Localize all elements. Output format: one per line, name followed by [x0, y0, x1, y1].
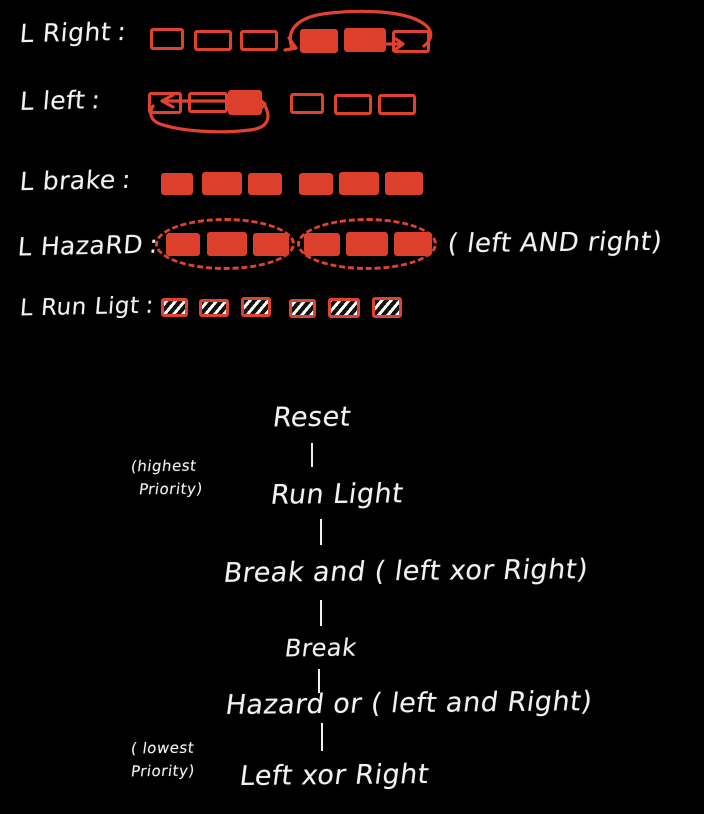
lamp-brake-5[interactable] — [339, 172, 379, 195]
tree-l3-right: Right) — [492, 554, 590, 587]
tree-level-brake-text: Break — [283, 633, 359, 663]
lamp-runlight-1[interactable] — [161, 298, 188, 317]
tree-l3-break: Break — [221, 556, 316, 589]
hazard-note: ( left AND right) — [445, 226, 665, 260]
highest-priority-note: (highest Priority) — [129, 455, 204, 500]
tree-l6-left: Left — [237, 760, 304, 792]
tree-l3-and: and — [311, 556, 368, 588]
row-label-brake-colon: : — [120, 164, 133, 195]
tree-l5-and: and — [444, 687, 501, 719]
tree-level-reset: Reset — [270, 401, 354, 434]
lamp-brake-4[interactable] — [299, 173, 333, 195]
row-label-hazard-text: L HazaRD — [16, 229, 145, 262]
tree-l6-right: Right — [344, 759, 432, 791]
lowest-priority-note-line1: ( lowest — [129, 738, 196, 758]
lamp-runlight-2[interactable] — [199, 299, 229, 317]
tree-l5-right: Right) — [496, 686, 595, 719]
row-label-brake-text: L brake — [18, 165, 118, 197]
tree-connector-5 — [321, 723, 323, 751]
lamp-hazard-6[interactable] — [394, 232, 432, 256]
row-label-right: L Right: — [18, 16, 128, 49]
tree-level-run-light: Run Light — [268, 478, 406, 511]
row-label-runlight-text: L Run Ligt — [18, 292, 141, 322]
hazard-note-part-and: AND — [518, 227, 582, 259]
tree-level-run-light-text: Run Light — [268, 478, 406, 511]
row-label-right-text: L Right — [18, 17, 113, 49]
lamp-runlight-3[interactable] — [241, 297, 271, 317]
highest-priority-note-line1: (highest — [129, 456, 198, 476]
lamp-hazard-5[interactable] — [346, 232, 388, 256]
row-label-brake: L brake: — [18, 164, 133, 197]
lamp-runlight-5[interactable] — [328, 298, 360, 318]
lamp-hazard-3[interactable] — [253, 233, 289, 256]
lamp-runlight-4[interactable] — [289, 299, 316, 318]
lamp-left-2[interactable] — [188, 92, 228, 113]
row-label-left-colon: : — [90, 85, 102, 115]
row-label-left-text: L left — [18, 85, 87, 116]
row-label-hazard: L HazaRD: — [17, 230, 160, 262]
lamp-left-4[interactable] — [290, 93, 324, 114]
lamp-right-4[interactable] — [300, 29, 338, 53]
highest-priority-note-line2: Priority) — [137, 479, 204, 498]
lamp-right-2[interactable] — [194, 30, 232, 51]
lamp-right-5[interactable] — [344, 28, 386, 52]
tree-l5-hazard: Hazard — [223, 688, 336, 721]
tree-l3-left: ( left — [363, 555, 452, 588]
lowest-priority-note: ( lowest Priority) — [129, 737, 196, 782]
lamp-left-3[interactable] — [228, 90, 262, 115]
lowest-priority-note-line2: Priority) — [129, 761, 196, 780]
row-label-right-colon: : — [116, 16, 128, 47]
lamp-hazard-4[interactable] — [304, 233, 340, 256]
lamp-brake-2[interactable] — [202, 172, 242, 195]
tree-level-hazard-or-left-and-right: Hazard or ( left and Right) — [224, 686, 595, 721]
tree-level-brake: Break — [283, 633, 359, 663]
tree-level-reset-text: Reset — [270, 401, 354, 434]
lamp-left-5[interactable] — [334, 94, 372, 115]
row-label-left: L left: — [18, 85, 102, 116]
lamp-brake-3[interactable] — [248, 173, 282, 195]
lamp-right-3[interactable] — [240, 30, 278, 51]
row-label-runlight-colon: : — [144, 292, 155, 319]
lamp-hazard-2[interactable] — [207, 232, 247, 256]
lamp-left-6[interactable] — [378, 94, 416, 115]
lamp-brake-1[interactable] — [161, 173, 193, 195]
lamp-hazard-1[interactable] — [166, 233, 200, 256]
lamp-left-1[interactable] — [148, 92, 182, 114]
tree-connector-2 — [320, 519, 322, 545]
tree-level-brake-and-left-xor-right: Break and ( left xor Right) — [222, 554, 590, 589]
tree-connector-1 — [311, 443, 313, 467]
hazard-note-part-3: right) — [577, 226, 665, 258]
hazard-note-part-1: ( left — [445, 228, 523, 260]
tree-l3-xor: xor — [447, 555, 497, 587]
lamp-runlight-6[interactable] — [372, 297, 402, 318]
tree-l6-xor: xor — [299, 759, 349, 792]
lamp-brake-6[interactable] — [385, 172, 423, 195]
tree-level-left-xor-right: Left xor Right — [237, 759, 432, 792]
tree-connector-3 — [320, 600, 322, 626]
lamp-right-6[interactable] — [392, 30, 430, 53]
tree-l5-left: ( left — [359, 687, 449, 720]
lamp-right-1[interactable] — [150, 28, 184, 50]
tree-l5-or: or — [331, 688, 364, 720]
row-label-runlight: L Run Ligt: — [18, 292, 155, 322]
